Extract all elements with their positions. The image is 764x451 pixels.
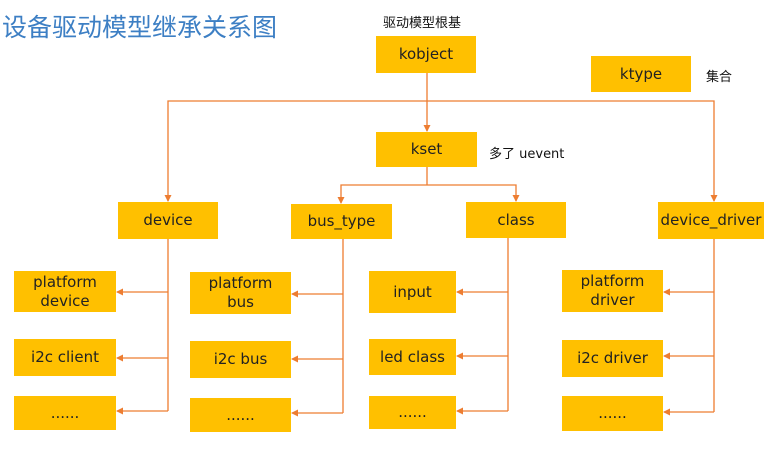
node-bus-type: bus_type (291, 204, 392, 239)
node-device: device (118, 202, 218, 239)
node-platform-driver: platform driver (562, 270, 663, 312)
node-bus-more: ...... (190, 398, 291, 432)
node-input: input (369, 271, 456, 313)
node-led-class: led class (369, 339, 456, 375)
node-platform-device: platform device (14, 271, 116, 312)
node-class-more: ...... (369, 396, 456, 429)
node-platform-bus: platform bus (190, 272, 291, 314)
node-i2c-client: i2c client (14, 339, 116, 376)
node-i2c-driver: i2c driver (562, 340, 663, 377)
node-i2c-bus: i2c bus (190, 341, 291, 378)
link-kset-class (427, 184, 520, 202)
node-device-driver: device_driver (658, 202, 764, 239)
node-ktype: ktype (591, 56, 691, 92)
node-kobject: kobject (376, 36, 476, 73)
node-driver-more: ...... (562, 396, 663, 431)
node-device-more: ...... (14, 396, 116, 430)
node-kset: kset (376, 132, 477, 167)
node-class: class (466, 202, 566, 238)
link-kset-bus-type (337, 184, 427, 204)
